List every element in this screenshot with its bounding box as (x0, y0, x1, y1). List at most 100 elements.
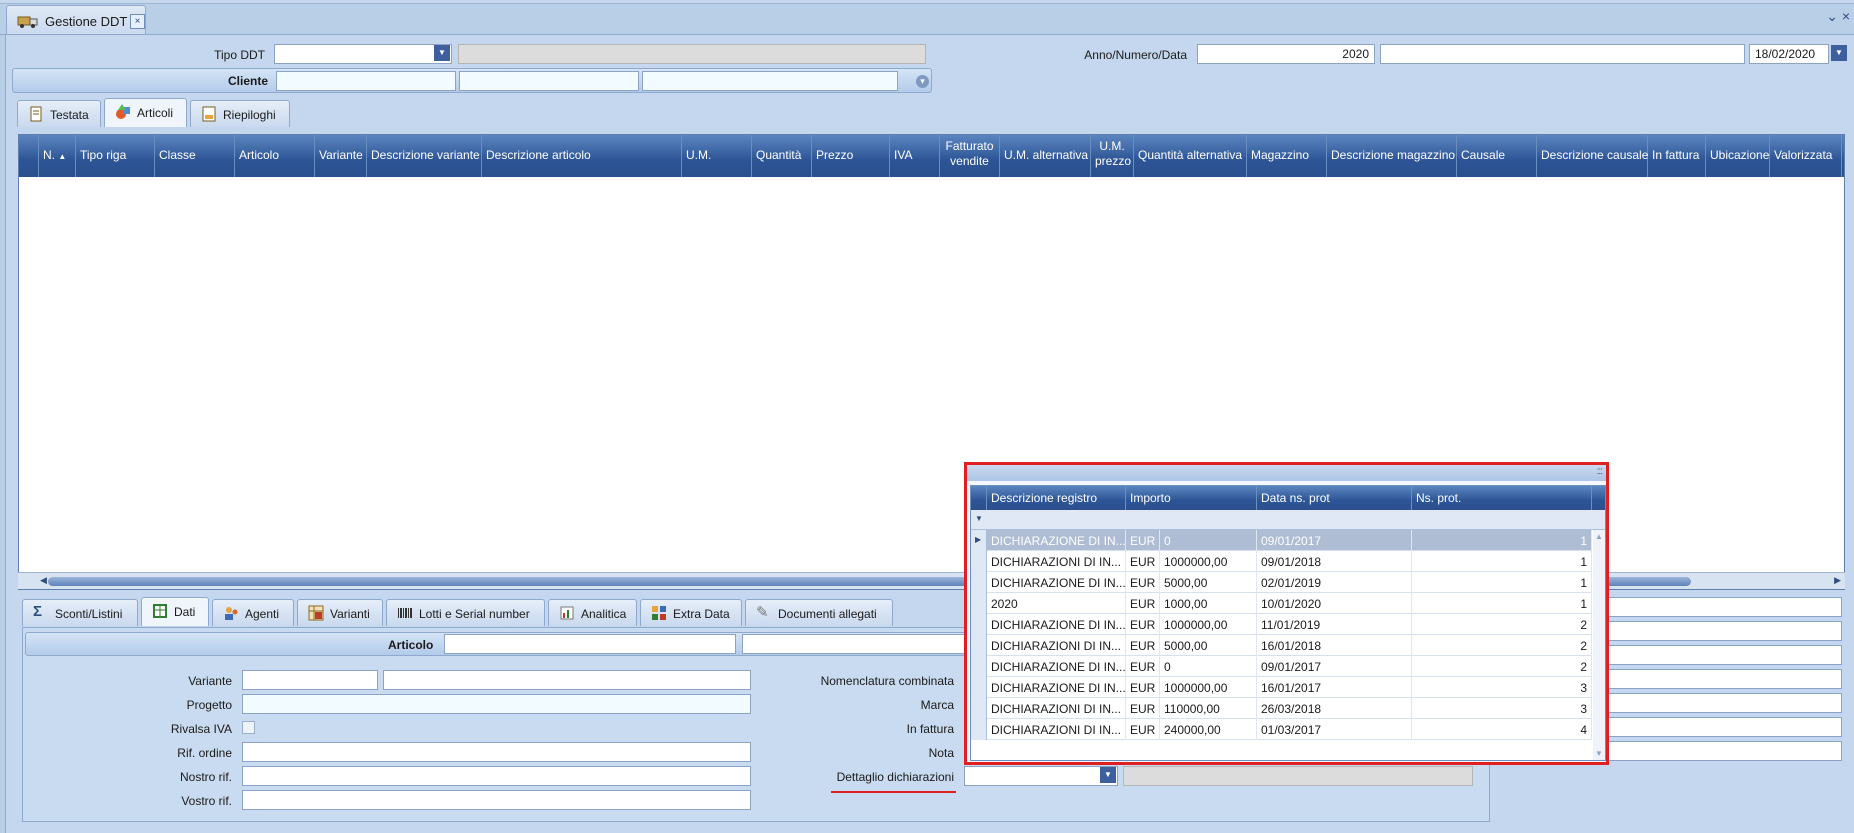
dichiarazione-row[interactable]: DICHIARAZIONE DI IN... EUR 5000,00 02/01/20… (971, 572, 1592, 593)
articolo-code-input[interactable] (444, 634, 736, 654)
tab-agenti[interactable]: Agenti (212, 599, 294, 626)
scroll-right-icon[interactable]: ▶ (1834, 575, 1841, 586)
col-um-alternativa[interactable]: U.M. alternativa (1000, 135, 1091, 177)
col-iva[interactable]: IVA (890, 135, 940, 177)
tab-documenti-allegati[interactable]: ✎ Documenti allegati (745, 599, 893, 626)
numero-field[interactable] (1380, 44, 1745, 64)
dettaglio-dichiarazioni-select[interactable] (964, 766, 1118, 786)
dichiarazione-row[interactable]: DICHIARAZIONI DI IN... EUR 1000000,00 09/01… (971, 551, 1592, 572)
tab-riepiloghi[interactable]: Riepiloghi (190, 100, 290, 127)
col-descrizione-causale[interactable]: Descrizione causale (1537, 135, 1648, 177)
col-variante[interactable]: Variante (315, 135, 367, 177)
col-prezzo[interactable]: Prezzo (812, 135, 890, 177)
col-n[interactable]: N. ▲ (39, 135, 76, 177)
col-tipo-riga[interactable]: Tipo riga (76, 135, 155, 177)
col-importo[interactable]: Importo (1126, 486, 1257, 510)
right-field[interactable] (1604, 597, 1842, 617)
popup-vertical-scrollbar[interactable]: ▲ ▼ (1593, 530, 1605, 760)
col-magazzino[interactable]: Magazzino (1247, 135, 1327, 177)
vostro-rif-input[interactable] (242, 790, 751, 810)
tab-articoli[interactable]: Articoli (104, 98, 187, 127)
nostro-rif-input[interactable] (242, 766, 751, 786)
tab-lotti-serial[interactable]: Lotti e Serial number (386, 599, 545, 626)
right-field[interactable] (1604, 645, 1842, 665)
data-field[interactable]: 18/02/2020 (1749, 44, 1829, 64)
cell-descrizione: DICHIARAZIONI DI IN... (987, 719, 1126, 740)
cliente-extra-input[interactable] (642, 71, 898, 91)
tipo-ddt-select[interactable] (274, 44, 452, 64)
dichiarazione-row[interactable]: DICHIARAZIONE DI IN... EUR 1000000,00 16/01… (971, 677, 1592, 698)
calendar-dropdown-icon[interactable]: ▼ (1831, 45, 1847, 61)
window-controls[interactable]: ⌄ × (1826, 8, 1850, 25)
expand-icon[interactable]: ▾ (916, 75, 929, 88)
chevron-down-icon[interactable]: ▼ (1100, 767, 1116, 783)
cell-currency: EUR (1126, 656, 1160, 677)
tab-extra-data[interactable]: Extra Data (640, 599, 742, 626)
tab-dati[interactable]: Dati (141, 597, 209, 626)
dichiarazione-row[interactable]: DICHIARAZIONE DI IN... EUR 1000000,00 11/01… (971, 614, 1592, 635)
dichiarazione-row[interactable]: DICHIARAZIONI DI IN... EUR 240000,00 01/03/… (971, 719, 1592, 740)
popup-resize-grip[interactable]: ::: (967, 465, 1606, 481)
right-field[interactable] (1604, 693, 1842, 713)
anno-field[interactable]: 2020 (1197, 44, 1375, 64)
cell-importo: 1000000,00 (1160, 677, 1257, 698)
col-descrizione-variante[interactable]: Descrizione variante (367, 135, 482, 177)
filter-row[interactable]: ▼ (971, 510, 1605, 530)
cell-currency: EUR (1126, 551, 1160, 572)
chevron-down-icon[interactable]: ▼ (434, 45, 450, 61)
scroll-down-icon[interactable]: ▼ (1595, 749, 1603, 758)
col-data-ns-prot[interactable]: Data ns. prot (1257, 486, 1412, 510)
filter-icon[interactable]: ▼ (975, 514, 983, 523)
dichiarazione-row[interactable]: DICHIARAZIONI DI IN... EUR 5000,00 16/01/20… (971, 635, 1592, 656)
dichiarazione-row[interactable]: ▶ DICHIARAZIONE DI IN... EUR 0 09/01/2017 1 (971, 530, 1592, 551)
close-tab-icon[interactable]: × (130, 14, 145, 29)
col-um[interactable]: U.M. (682, 135, 752, 177)
right-field[interactable] (1604, 621, 1842, 641)
right-field[interactable] (1604, 717, 1842, 737)
col-descrizione-magazzino[interactable]: Descrizione magazzino (1327, 135, 1457, 177)
tab-label: Varianti (330, 607, 370, 621)
tab-varianti[interactable]: Varianti (297, 599, 383, 626)
cliente-name-input[interactable] (459, 71, 639, 91)
col-ubicazione[interactable]: Ubicazione (1706, 135, 1770, 177)
variante-input[interactable] (242, 670, 378, 690)
col-classe[interactable]: Classe (155, 135, 235, 177)
summary-icon (202, 106, 216, 122)
progetto-input[interactable] (242, 694, 751, 714)
tab-sconti-listini[interactable]: Σ Sconti/Listini (22, 599, 138, 626)
col-descrizione-articolo[interactable]: Descrizione articolo (482, 135, 682, 177)
dichiarazione-row[interactable]: 2020 EUR 1000,00 10/01/2020 1 (971, 593, 1592, 614)
dichiarazioni-popup[interactable]: ::: Descrizione registro Importo Data ns… (964, 462, 1609, 765)
tab-label: Riepiloghi (223, 108, 276, 122)
col-in-fattura[interactable]: In fattura (1648, 135, 1706, 177)
rif-ordine-input[interactable] (242, 742, 751, 762)
document-tab[interactable]: Gestione DDT × (6, 5, 146, 35)
grip-icon[interactable]: ::: (1597, 466, 1603, 477)
dichiarazione-row[interactable]: DICHIARAZIONI DI IN... EUR 110000,00 26/03/… (971, 698, 1592, 719)
cell-data: 10/01/2020 (1257, 593, 1412, 614)
cell-descrizione: DICHIARAZIONE DI IN... (987, 530, 1126, 551)
dichiarazioni-grid[interactable]: Descrizione registro Importo Data ns. pr… (970, 485, 1606, 761)
col-quantita-alternativa[interactable]: Quantità alternativa (1134, 135, 1247, 177)
col-um-prezzo[interactable]: U.M. prezzo (1091, 135, 1134, 177)
col-descrizione-registro[interactable]: Descrizione registro (987, 486, 1126, 510)
col-ns-prot[interactable]: Ns. prot. (1412, 486, 1592, 510)
variante-description-input[interactable] (383, 670, 751, 690)
articolo-description-input[interactable] (742, 634, 982, 654)
col-valorizzata[interactable]: Valorizzata (1770, 135, 1842, 177)
grid-icon (308, 605, 324, 621)
right-field[interactable] (1604, 669, 1842, 689)
col-quantita[interactable]: Quantità (752, 135, 812, 177)
right-field[interactable] (1604, 741, 1842, 761)
tab-label: Documenti allegati (778, 607, 877, 621)
col-causale[interactable]: Causale (1457, 135, 1537, 177)
scroll-left-icon[interactable]: ◀ (40, 575, 47, 586)
cliente-code-input[interactable] (276, 71, 456, 91)
rivalsa-iva-checkbox[interactable] (242, 721, 255, 734)
col-fatturato-vendite[interactable]: Fatturato vendite (940, 135, 1000, 177)
dichiarazione-row[interactable]: DICHIARAZIONE DI IN... EUR 0 09/01/2017 2 (971, 656, 1592, 677)
tab-testata[interactable]: Testata (17, 100, 101, 127)
col-articolo[interactable]: Articolo (235, 135, 315, 177)
tab-analitica[interactable]: Analitica (548, 599, 637, 626)
scroll-up-icon[interactable]: ▲ (1595, 532, 1603, 541)
